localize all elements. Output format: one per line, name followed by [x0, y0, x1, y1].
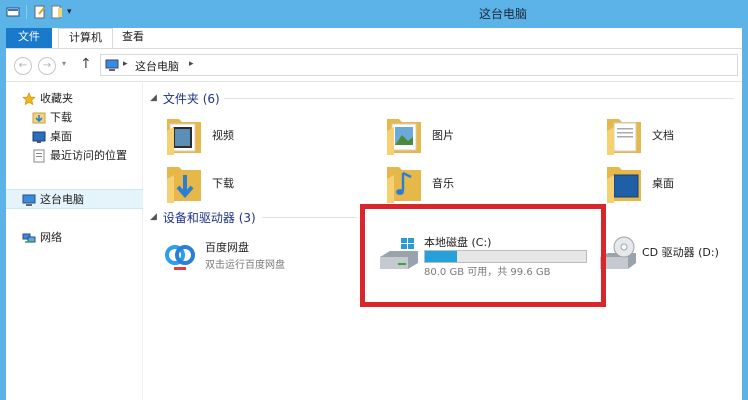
content-pane: ◢ 文件夹 (6) 视频 图片 文档 下载 音乐 桌面 ◢ 设备和驱动器 (3)… [144, 83, 742, 400]
sidebar-item-desktop[interactable]: 桌面 [6, 127, 143, 147]
devices-group-header[interactable]: ◢ 设备和驱动器 (3) [150, 208, 256, 226]
device-name: 百度网盘 [205, 241, 249, 254]
navigation-bar: ← → ▾ ↑ ▸ 这台电脑 ▸ [6, 48, 742, 82]
star-icon [22, 92, 36, 106]
group-divider [224, 98, 734, 99]
folder-videos[interactable]: 视频 [152, 113, 352, 157]
sidebar-item-label: 这台电脑 [40, 193, 84, 206]
music-folder-icon [387, 167, 421, 203]
sidebar-item-label: 下载 [50, 111, 72, 124]
desktop-icon [32, 131, 46, 143]
breadcrumb-chevron-icon[interactable]: ▸ [189, 59, 194, 69]
device-baidu-netdisk[interactable]: 百度网盘 双击运行百度网盘 [158, 233, 348, 285]
downloads-folder-icon [32, 112, 46, 124]
sidebar-item-label: 最近访问的位置 [50, 149, 127, 162]
group-title: 文件夹 (6) [162, 91, 220, 106]
group-title: 设备和驱动器 (3) [162, 210, 256, 225]
back-button[interactable]: ← [14, 57, 32, 75]
highlight-box [360, 204, 606, 307]
sidebar-item-network[interactable]: 网络 [6, 228, 143, 248]
device-name: CD 驱动器 (D:) [642, 246, 719, 259]
computer-icon [105, 59, 119, 71]
sidebar-item-recent-places[interactable]: 最近访问的位置 [6, 146, 143, 166]
folder-documents[interactable]: 文档 [592, 113, 748, 157]
sidebar-item-favorites[interactable]: 收藏夹 [6, 89, 143, 109]
downloads-folder-icon [167, 167, 201, 203]
sidebar-item-label: 桌面 [50, 130, 72, 143]
folder-downloads[interactable]: 下载 [152, 161, 352, 205]
pictures-folder-icon [387, 119, 421, 155]
documents-folder-icon [607, 119, 641, 155]
tab-file[interactable]: 文件 [6, 28, 52, 48]
recent-locations-button[interactable]: ▾ [62, 59, 66, 68]
device-subtitle: 双击运行百度网盘 [205, 260, 285, 271]
group-divider [262, 217, 357, 218]
sidebar-item-this-pc[interactable]: 这台电脑 [6, 189, 143, 209]
folder-label: 下载 [212, 177, 234, 190]
collapse-chevron-icon[interactable]: ◢ [150, 212, 157, 222]
videos-folder-icon [167, 119, 201, 155]
collapse-chevron-icon[interactable]: ◢ [150, 93, 157, 103]
folder-desktop[interactable]: 桌面 [592, 161, 748, 205]
sidebar-item-label: 网络 [40, 231, 62, 244]
device-cd-drive-d[interactable]: CD 驱动器 (D:) [598, 231, 742, 283]
computer-icon [22, 194, 36, 206]
sidebar-item-label: 收藏夹 [40, 92, 73, 105]
sidebar-item-downloads[interactable]: 下载 [6, 108, 143, 128]
folder-label: 文档 [652, 129, 674, 142]
folder-music[interactable]: 音乐 [372, 161, 572, 205]
breadcrumb-this-pc[interactable]: 这台电脑 [135, 58, 179, 74]
folder-label: 视频 [212, 129, 234, 142]
up-button[interactable]: ↑ [80, 56, 92, 72]
breadcrumb-chevron-icon[interactable]: ▸ [123, 59, 128, 69]
folders-group-header[interactable]: ◢ 文件夹 (6) [150, 89, 220, 107]
navigation-pane: 收藏夹 下载 桌面 最近访问的位置 这台电脑 网络 [6, 83, 143, 400]
folder-label: 音乐 [432, 177, 454, 190]
forward-button[interactable]: → [38, 57, 56, 75]
recent-places-icon [33, 149, 45, 163]
folder-pictures[interactable]: 图片 [372, 113, 572, 157]
window-title: 这台电脑 [478, 7, 527, 21]
folder-label: 图片 [432, 129, 454, 142]
address-bar[interactable]: ▸ 这台电脑 ▸ [100, 54, 738, 76]
tab-view[interactable]: 查看 [112, 28, 154, 48]
tab-computer[interactable]: 计算机 [58, 28, 113, 48]
desktop-folder-icon [607, 167, 641, 203]
title-bar: ▾ 这台电脑 [0, 0, 748, 26]
baidu-netdisk-icon [165, 245, 195, 270]
network-icon [22, 233, 36, 243]
folder-label: 桌面 [652, 177, 674, 190]
